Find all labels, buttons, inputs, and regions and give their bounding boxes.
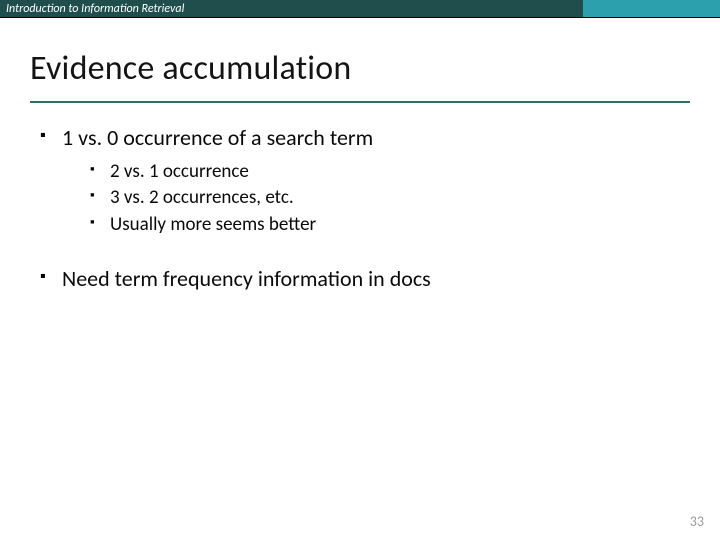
bullet-2: Need term frequency information in docs bbox=[40, 264, 690, 294]
bullet-2-text: Need term frequency information in docs bbox=[62, 265, 431, 292]
bullet-1-text: 1 vs. 0 occurrence of a search term bbox=[62, 124, 373, 151]
title-area: Evidence accumulation bbox=[0, 18, 720, 95]
bullet-1: 1 vs. 0 occurrence of a search term 2 vs… bbox=[40, 123, 690, 238]
course-title: Introduction to Information Retrieval bbox=[0, 0, 583, 18]
content-area: 1 vs. 0 occurrence of a search term 2 vs… bbox=[0, 103, 720, 294]
bullet-1-sub-2: 3 vs. 2 occurrences, etc. bbox=[90, 185, 690, 212]
slide-title: Evidence accumulation bbox=[30, 48, 690, 89]
header-bar: Introduction to Information Retrieval bbox=[0, 0, 720, 18]
page-number: 33 bbox=[690, 513, 704, 530]
bullet-1-sub-3: Usually more seems better bbox=[90, 212, 690, 239]
bullet-1-sublist: 2 vs. 1 occurrence 3 vs. 2 occurrences, … bbox=[62, 159, 690, 239]
bullet-list: 1 vs. 0 occurrence of a search term 2 vs… bbox=[30, 123, 690, 294]
header-accent bbox=[583, 0, 720, 18]
bullet-1-sub-1: 2 vs. 1 occurrence bbox=[90, 159, 690, 186]
